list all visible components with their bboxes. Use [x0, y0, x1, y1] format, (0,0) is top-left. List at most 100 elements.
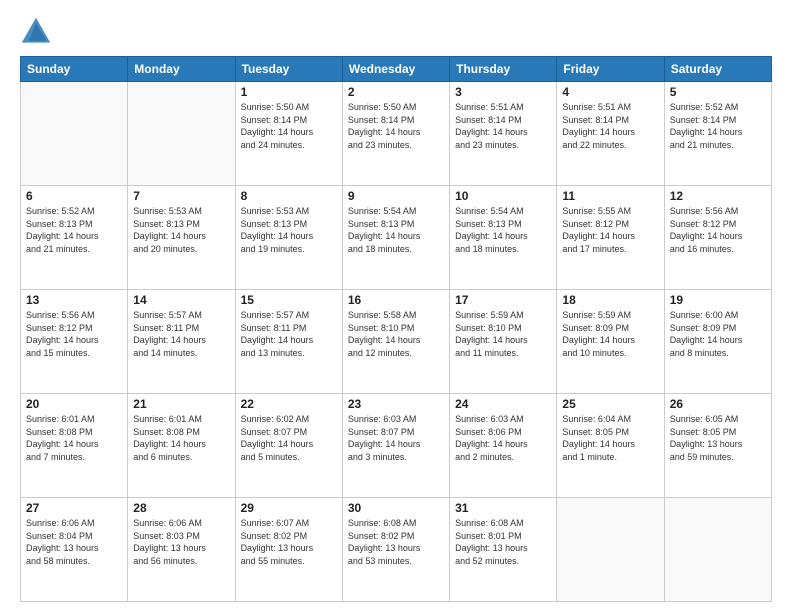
day-info: Sunrise: 6:07 AM Sunset: 8:02 PM Dayligh… [241, 517, 337, 567]
calendar-cell: 21 Sunrise: 6:01 AM Sunset: 8:08 PM Dayli… [128, 394, 235, 498]
week-row-1: 1 Sunrise: 5:50 AM Sunset: 8:14 PM Daylig… [21, 82, 772, 186]
calendar-cell: 2 Sunrise: 5:50 AM Sunset: 8:14 PM Daylig… [342, 82, 449, 186]
day-number: 27 [26, 501, 122, 515]
day-info: Sunrise: 6:08 AM Sunset: 8:01 PM Dayligh… [455, 517, 551, 567]
weekday-header-friday: Friday [557, 57, 664, 82]
calendar-cell: 12 Sunrise: 5:56 AM Sunset: 8:12 PM Dayli… [664, 186, 771, 290]
day-info: Sunrise: 5:57 AM Sunset: 8:11 PM Dayligh… [133, 309, 229, 359]
weekday-header-tuesday: Tuesday [235, 57, 342, 82]
day-number: 21 [133, 397, 229, 411]
day-number: 25 [562, 397, 658, 411]
calendar-cell: 6 Sunrise: 5:52 AM Sunset: 8:13 PM Daylig… [21, 186, 128, 290]
day-number: 8 [241, 189, 337, 203]
day-info: Sunrise: 5:54 AM Sunset: 8:13 PM Dayligh… [455, 205, 551, 255]
day-info: Sunrise: 5:57 AM Sunset: 8:11 PM Dayligh… [241, 309, 337, 359]
weekday-header-sunday: Sunday [21, 57, 128, 82]
day-number: 2 [348, 85, 444, 99]
day-number: 14 [133, 293, 229, 307]
day-info: Sunrise: 6:06 AM Sunset: 8:03 PM Dayligh… [133, 517, 229, 567]
day-number: 5 [670, 85, 766, 99]
day-number: 30 [348, 501, 444, 515]
day-info: Sunrise: 5:51 AM Sunset: 8:14 PM Dayligh… [562, 101, 658, 151]
calendar-cell: 27 Sunrise: 6:06 AM Sunset: 8:04 PM Dayli… [21, 498, 128, 602]
day-info: Sunrise: 6:01 AM Sunset: 8:08 PM Dayligh… [26, 413, 122, 463]
day-number: 10 [455, 189, 551, 203]
day-number: 11 [562, 189, 658, 203]
day-number: 3 [455, 85, 551, 99]
day-info: Sunrise: 6:01 AM Sunset: 8:08 PM Dayligh… [133, 413, 229, 463]
calendar-cell: 1 Sunrise: 5:50 AM Sunset: 8:14 PM Daylig… [235, 82, 342, 186]
day-info: Sunrise: 6:08 AM Sunset: 8:02 PM Dayligh… [348, 517, 444, 567]
day-info: Sunrise: 5:53 AM Sunset: 8:13 PM Dayligh… [241, 205, 337, 255]
calendar-cell: 10 Sunrise: 5:54 AM Sunset: 8:13 PM Dayli… [450, 186, 557, 290]
day-number: 18 [562, 293, 658, 307]
calendar-cell: 20Sunrise: 6:01 AM Sunset: 8:08 PM Dayli… [21, 394, 128, 498]
day-number: 19 [670, 293, 766, 307]
day-number: 13 [26, 293, 122, 307]
week-row-4: 20Sunrise: 6:01 AM Sunset: 8:08 PM Dayli… [21, 394, 772, 498]
day-number: 4 [562, 85, 658, 99]
weekday-header-thursday: Thursday [450, 57, 557, 82]
day-info: Sunrise: 6:05 AM Sunset: 8:05 PM Dayligh… [670, 413, 766, 463]
calendar-cell: 26 Sunrise: 6:05 AM Sunset: 8:05 PM Dayli… [664, 394, 771, 498]
day-number: 24 [455, 397, 551, 411]
day-info: Sunrise: 5:58 AM Sunset: 8:10 PM Dayligh… [348, 309, 444, 359]
calendar-cell: 30 Sunrise: 6:08 AM Sunset: 8:02 PM Dayli… [342, 498, 449, 602]
day-number: 9 [348, 189, 444, 203]
calendar-cell: 7 Sunrise: 5:53 AM Sunset: 8:13 PM Daylig… [128, 186, 235, 290]
logo-icon [20, 16, 52, 48]
calendar-cell: 16 Sunrise: 5:58 AM Sunset: 8:10 PM Dayli… [342, 290, 449, 394]
calendar-cell [557, 498, 664, 602]
calendar-cell: 4 Sunrise: 5:51 AM Sunset: 8:14 PM Daylig… [557, 82, 664, 186]
day-info: Sunrise: 5:51 AM Sunset: 8:14 PM Dayligh… [455, 101, 551, 151]
day-info: Sunrise: 6:03 AM Sunset: 8:07 PM Dayligh… [348, 413, 444, 463]
day-info: Sunrise: 6:06 AM Sunset: 8:04 PM Dayligh… [26, 517, 122, 567]
day-info: Sunrise: 6:00 AM Sunset: 8:09 PM Dayligh… [670, 309, 766, 359]
day-info: Sunrise: 5:55 AM Sunset: 8:12 PM Dayligh… [562, 205, 658, 255]
calendar-cell: 3 Sunrise: 5:51 AM Sunset: 8:14 PM Daylig… [450, 82, 557, 186]
calendar-cell: 17 Sunrise: 5:59 AM Sunset: 8:10 PM Dayli… [450, 290, 557, 394]
calendar-cell: 8 Sunrise: 5:53 AM Sunset: 8:13 PM Daylig… [235, 186, 342, 290]
day-number: 23 [348, 397, 444, 411]
calendar-cell: 9 Sunrise: 5:54 AM Sunset: 8:13 PM Daylig… [342, 186, 449, 290]
day-number: 17 [455, 293, 551, 307]
week-row-3: 13 Sunrise: 5:56 AM Sunset: 8:12 PM Dayli… [21, 290, 772, 394]
day-number: 16 [348, 293, 444, 307]
calendar-cell: 11 Sunrise: 5:55 AM Sunset: 8:12 PM Dayli… [557, 186, 664, 290]
logo [20, 16, 56, 48]
calendar-cell: 28 Sunrise: 6:06 AM Sunset: 8:03 PM Dayli… [128, 498, 235, 602]
day-info: Sunrise: 5:50 AM Sunset: 8:14 PM Dayligh… [241, 101, 337, 151]
day-number: 7 [133, 189, 229, 203]
calendar-cell: 5 Sunrise: 5:52 AM Sunset: 8:14 PM Daylig… [664, 82, 771, 186]
day-info: Sunrise: 5:54 AM Sunset: 8:13 PM Dayligh… [348, 205, 444, 255]
calendar-cell [21, 82, 128, 186]
day-number: 26 [670, 397, 766, 411]
calendar-cell: 24 Sunrise: 6:03 AM Sunset: 8:06 PM Dayli… [450, 394, 557, 498]
day-number: 28 [133, 501, 229, 515]
calendar-cell: 19 Sunrise: 6:00 AM Sunset: 8:09 PM Dayli… [664, 290, 771, 394]
calendar-cell: 23 Sunrise: 6:03 AM Sunset: 8:07 PM Dayli… [342, 394, 449, 498]
header [20, 16, 772, 48]
weekday-header-saturday: Saturday [664, 57, 771, 82]
day-number: 31 [455, 501, 551, 515]
calendar-cell [128, 82, 235, 186]
day-info: Sunrise: 5:56 AM Sunset: 8:12 PM Dayligh… [670, 205, 766, 255]
day-info: Sunrise: 6:03 AM Sunset: 8:06 PM Dayligh… [455, 413, 551, 463]
day-number: 12 [670, 189, 766, 203]
day-info: Sunrise: 5:53 AM Sunset: 8:13 PM Dayligh… [133, 205, 229, 255]
calendar-table: SundayMondayTuesdayWednesdayThursdayFrid… [20, 56, 772, 602]
day-info: Sunrise: 5:50 AM Sunset: 8:14 PM Dayligh… [348, 101, 444, 151]
day-number: 29 [241, 501, 337, 515]
calendar-cell: 25 Sunrise: 6:04 AM Sunset: 8:05 PM Dayli… [557, 394, 664, 498]
day-number: 6 [26, 189, 122, 203]
day-number: 1 [241, 85, 337, 99]
day-info: Sunrise: 5:52 AM Sunset: 8:13 PM Dayligh… [26, 205, 122, 255]
day-info: Sunrise: 5:59 AM Sunset: 8:10 PM Dayligh… [455, 309, 551, 359]
calendar-cell: 29 Sunrise: 6:07 AM Sunset: 8:02 PM Dayli… [235, 498, 342, 602]
day-info: Sunrise: 5:56 AM Sunset: 8:12 PM Dayligh… [26, 309, 122, 359]
day-info: Sunrise: 6:04 AM Sunset: 8:05 PM Dayligh… [562, 413, 658, 463]
day-info: Sunrise: 5:52 AM Sunset: 8:14 PM Dayligh… [670, 101, 766, 151]
calendar-cell: 15 Sunrise: 5:57 AM Sunset: 8:11 PM Dayli… [235, 290, 342, 394]
calendar-cell: 14 Sunrise: 5:57 AM Sunset: 8:11 PM Dayli… [128, 290, 235, 394]
day-number: 15 [241, 293, 337, 307]
